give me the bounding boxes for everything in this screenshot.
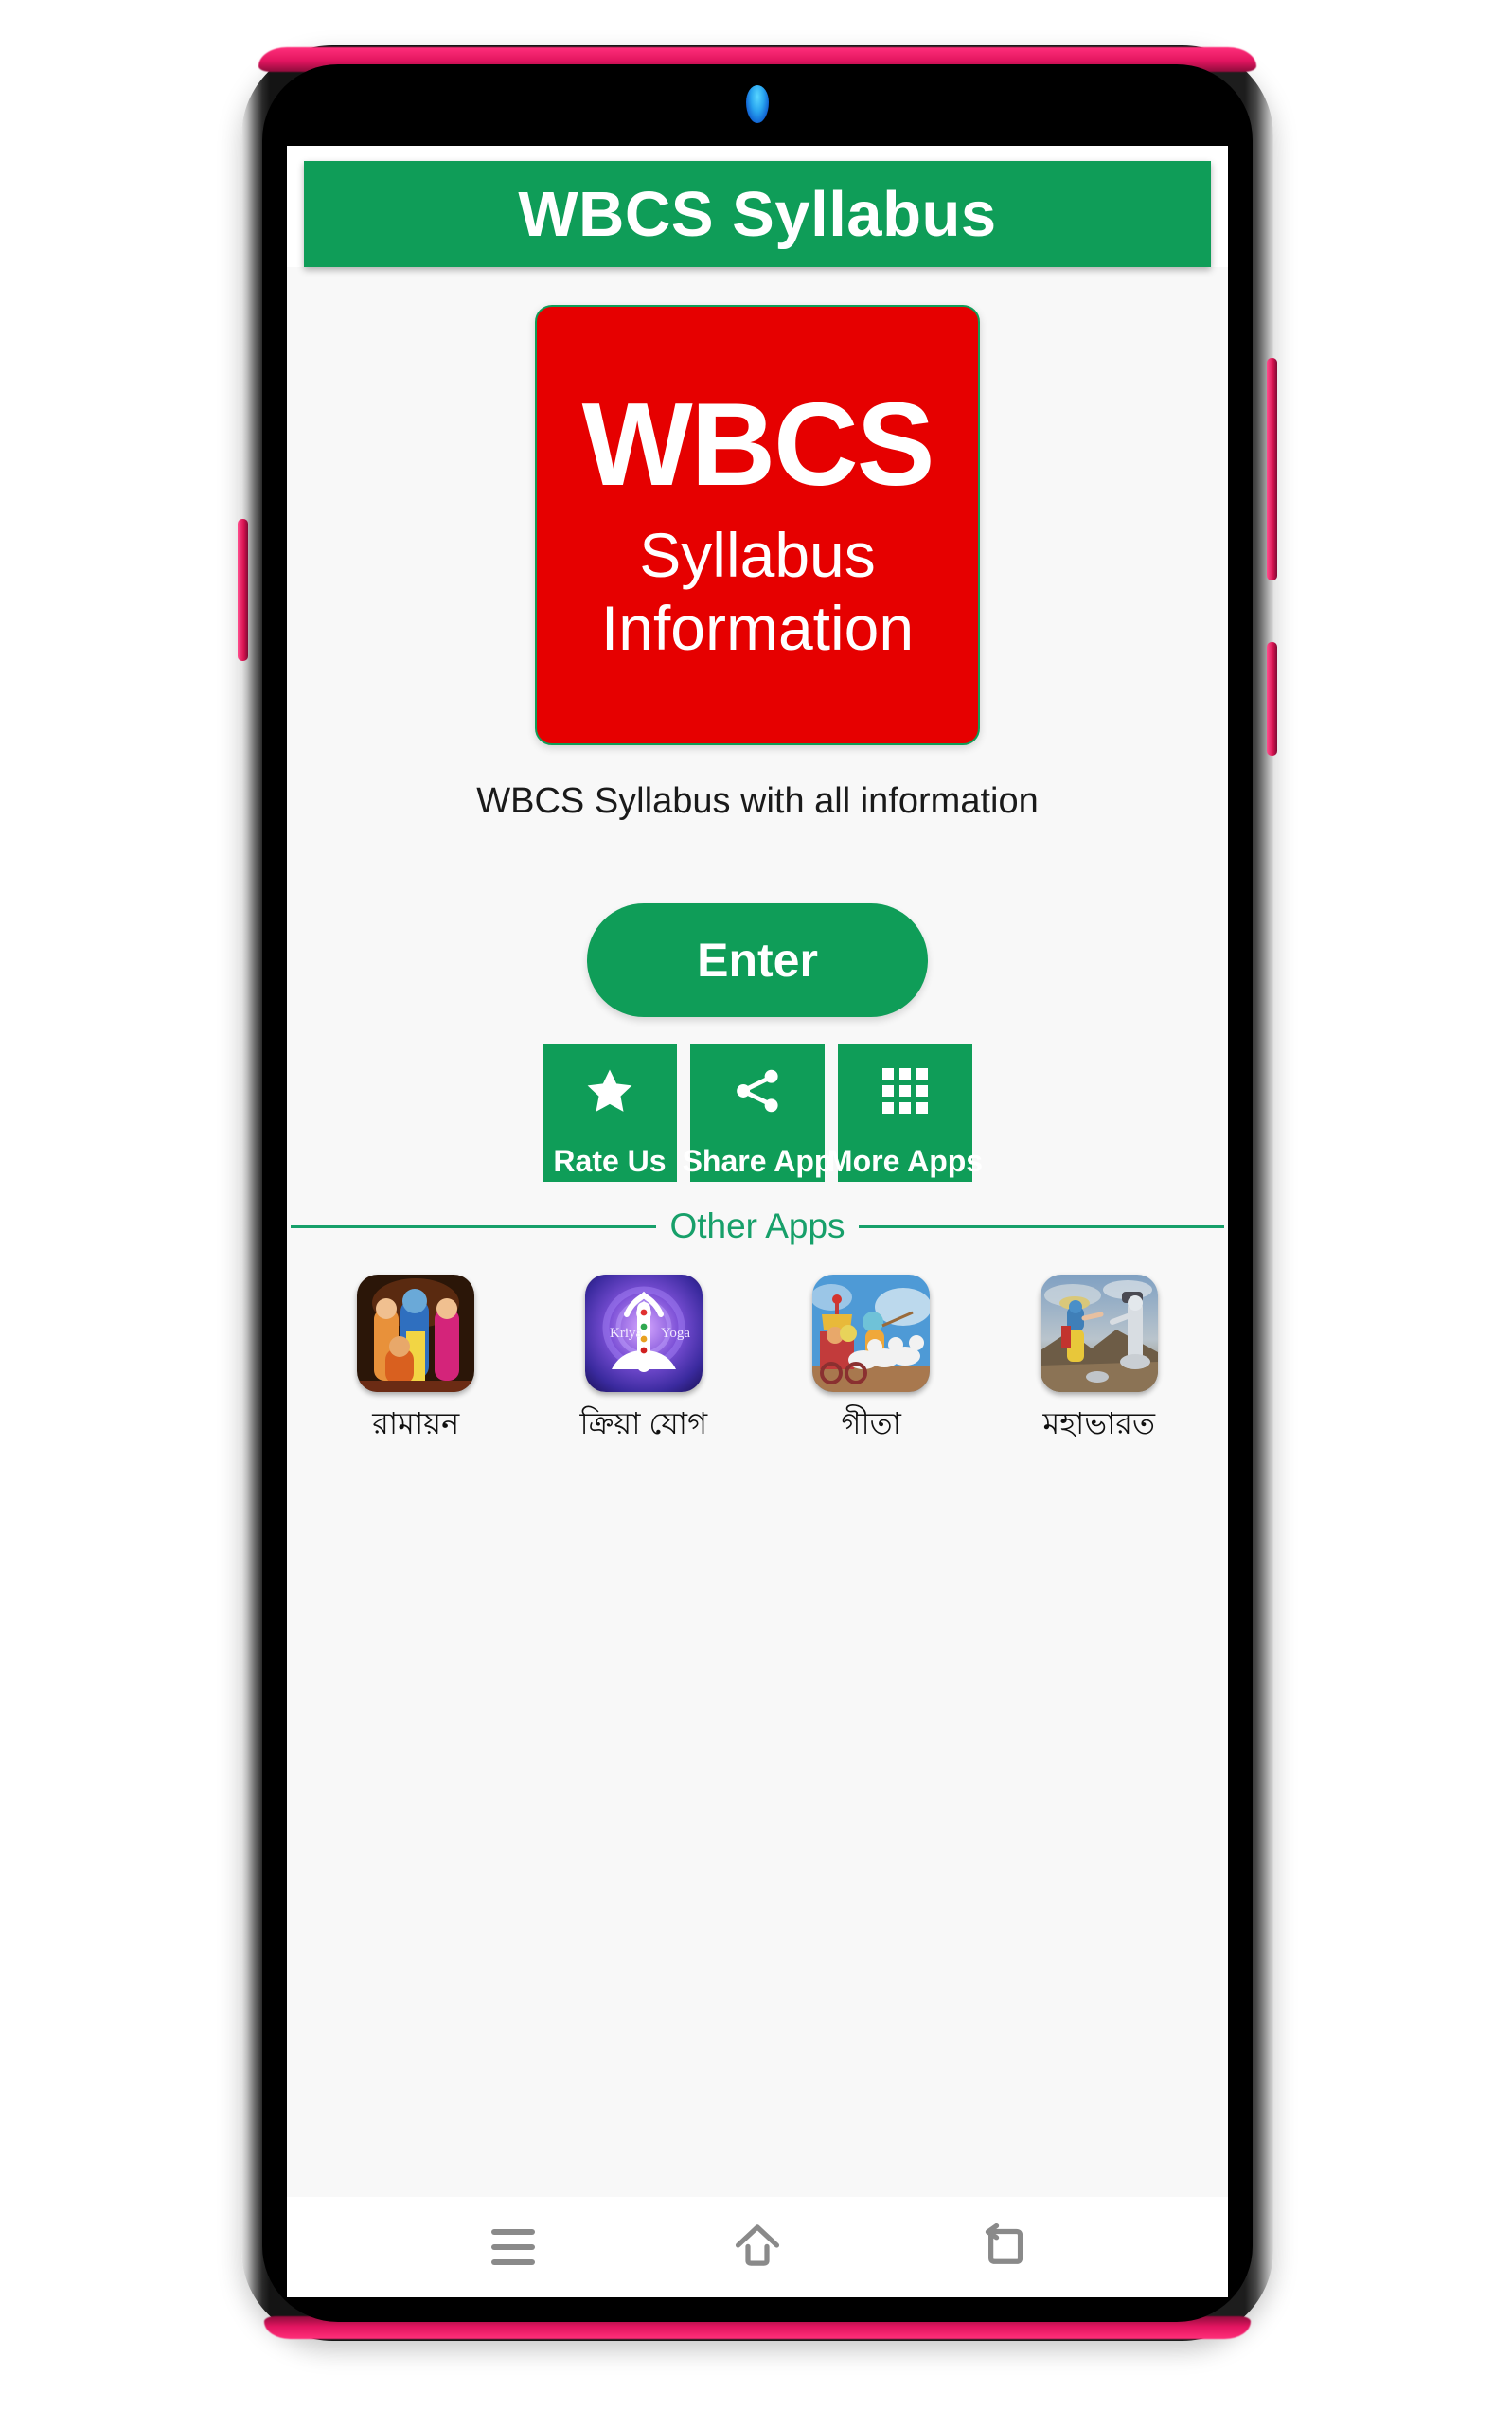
other-app-label: গীতা xyxy=(841,1406,901,1440)
app-logo-card: WBCS Syllabus Information xyxy=(535,305,980,745)
volume-button[interactable] xyxy=(238,519,248,661)
other-app-kriya-yoga[interactable]: Kriya Yoga ক্রিয়া যোগ xyxy=(559,1275,729,1440)
home-icon xyxy=(731,2222,784,2274)
svg-text:Yoga: Yoga xyxy=(661,1326,690,1341)
other-app-ramayan[interactable]: রামায়ন xyxy=(330,1275,501,1440)
home-button[interactable] xyxy=(701,2213,814,2281)
android-navigation-bar xyxy=(287,2197,1228,2297)
recents-button[interactable] xyxy=(456,2213,570,2281)
kriya-yoga-thumbnail: Kriya Yoga xyxy=(584,1275,703,1392)
other-apps-divider: Other Apps xyxy=(287,1206,1228,1246)
rate-us-label: Rate Us xyxy=(553,1144,667,1178)
back-button[interactable] xyxy=(945,2213,1058,2281)
other-apps-row: রামায়ন Kriya Yoga ক্রিয়া যোগ গীতা মহাভ… xyxy=(287,1275,1228,1440)
other-app-label: মহাভারত xyxy=(1042,1406,1156,1440)
other-apps-section-label: Other Apps xyxy=(669,1206,845,1245)
ramayan-thumbnail xyxy=(357,1275,475,1392)
hamburger-icon xyxy=(491,2229,535,2265)
logo-line-2: Syllabus xyxy=(639,519,876,590)
grid-icon xyxy=(882,1064,928,1117)
logo-line-1: WBCS xyxy=(581,379,935,510)
other-app-mahabharat[interactable]: মহাভারত xyxy=(1014,1275,1184,1440)
app-header-container: WBCS Syllabus xyxy=(287,146,1228,267)
phone-device-frame: WBCS Syllabus WBCS Syllabus Information … xyxy=(238,45,1277,2341)
share-icon xyxy=(732,1064,783,1117)
other-app-label: ক্রিয়া যোগ xyxy=(579,1406,708,1440)
enter-button[interactable]: Enter xyxy=(587,903,928,1017)
phone-bezel: WBCS Syllabus WBCS Syllabus Information … xyxy=(262,64,1253,2322)
app-subtitle: WBCS Syllabus with all information xyxy=(476,781,1039,821)
more-apps-button[interactable]: More Apps xyxy=(827,1044,983,1182)
power-button[interactable] xyxy=(1267,358,1277,580)
divider-line-left xyxy=(291,1224,657,1228)
rate-us-button[interactable]: Rate Us xyxy=(543,1044,677,1182)
page-title: WBCS Syllabus xyxy=(518,178,997,250)
logo-line-3: Information xyxy=(600,592,915,663)
action-button-row: Rate Us Share App More Apps xyxy=(362,1044,1153,1182)
more-apps-label: More Apps xyxy=(827,1144,984,1178)
svg-text:Kriya: Kriya xyxy=(610,1326,642,1341)
app-header-bar: WBCS Syllabus xyxy=(304,161,1211,267)
gita-thumbnail xyxy=(812,1275,931,1392)
back-arrow-icon xyxy=(975,2222,1028,2274)
phone-screen: WBCS Syllabus WBCS Syllabus Information … xyxy=(287,146,1228,2297)
other-app-gita[interactable]: গীতা xyxy=(786,1275,956,1440)
star-icon xyxy=(584,1064,635,1117)
share-app-button[interactable]: Share App xyxy=(683,1044,832,1182)
assistant-button[interactable] xyxy=(1267,642,1277,756)
mahabharat-thumbnail xyxy=(1040,1275,1158,1392)
other-app-label: রামায়ন xyxy=(372,1406,460,1440)
divider-line-right xyxy=(858,1224,1225,1228)
share-app-label: Share App xyxy=(682,1144,833,1178)
